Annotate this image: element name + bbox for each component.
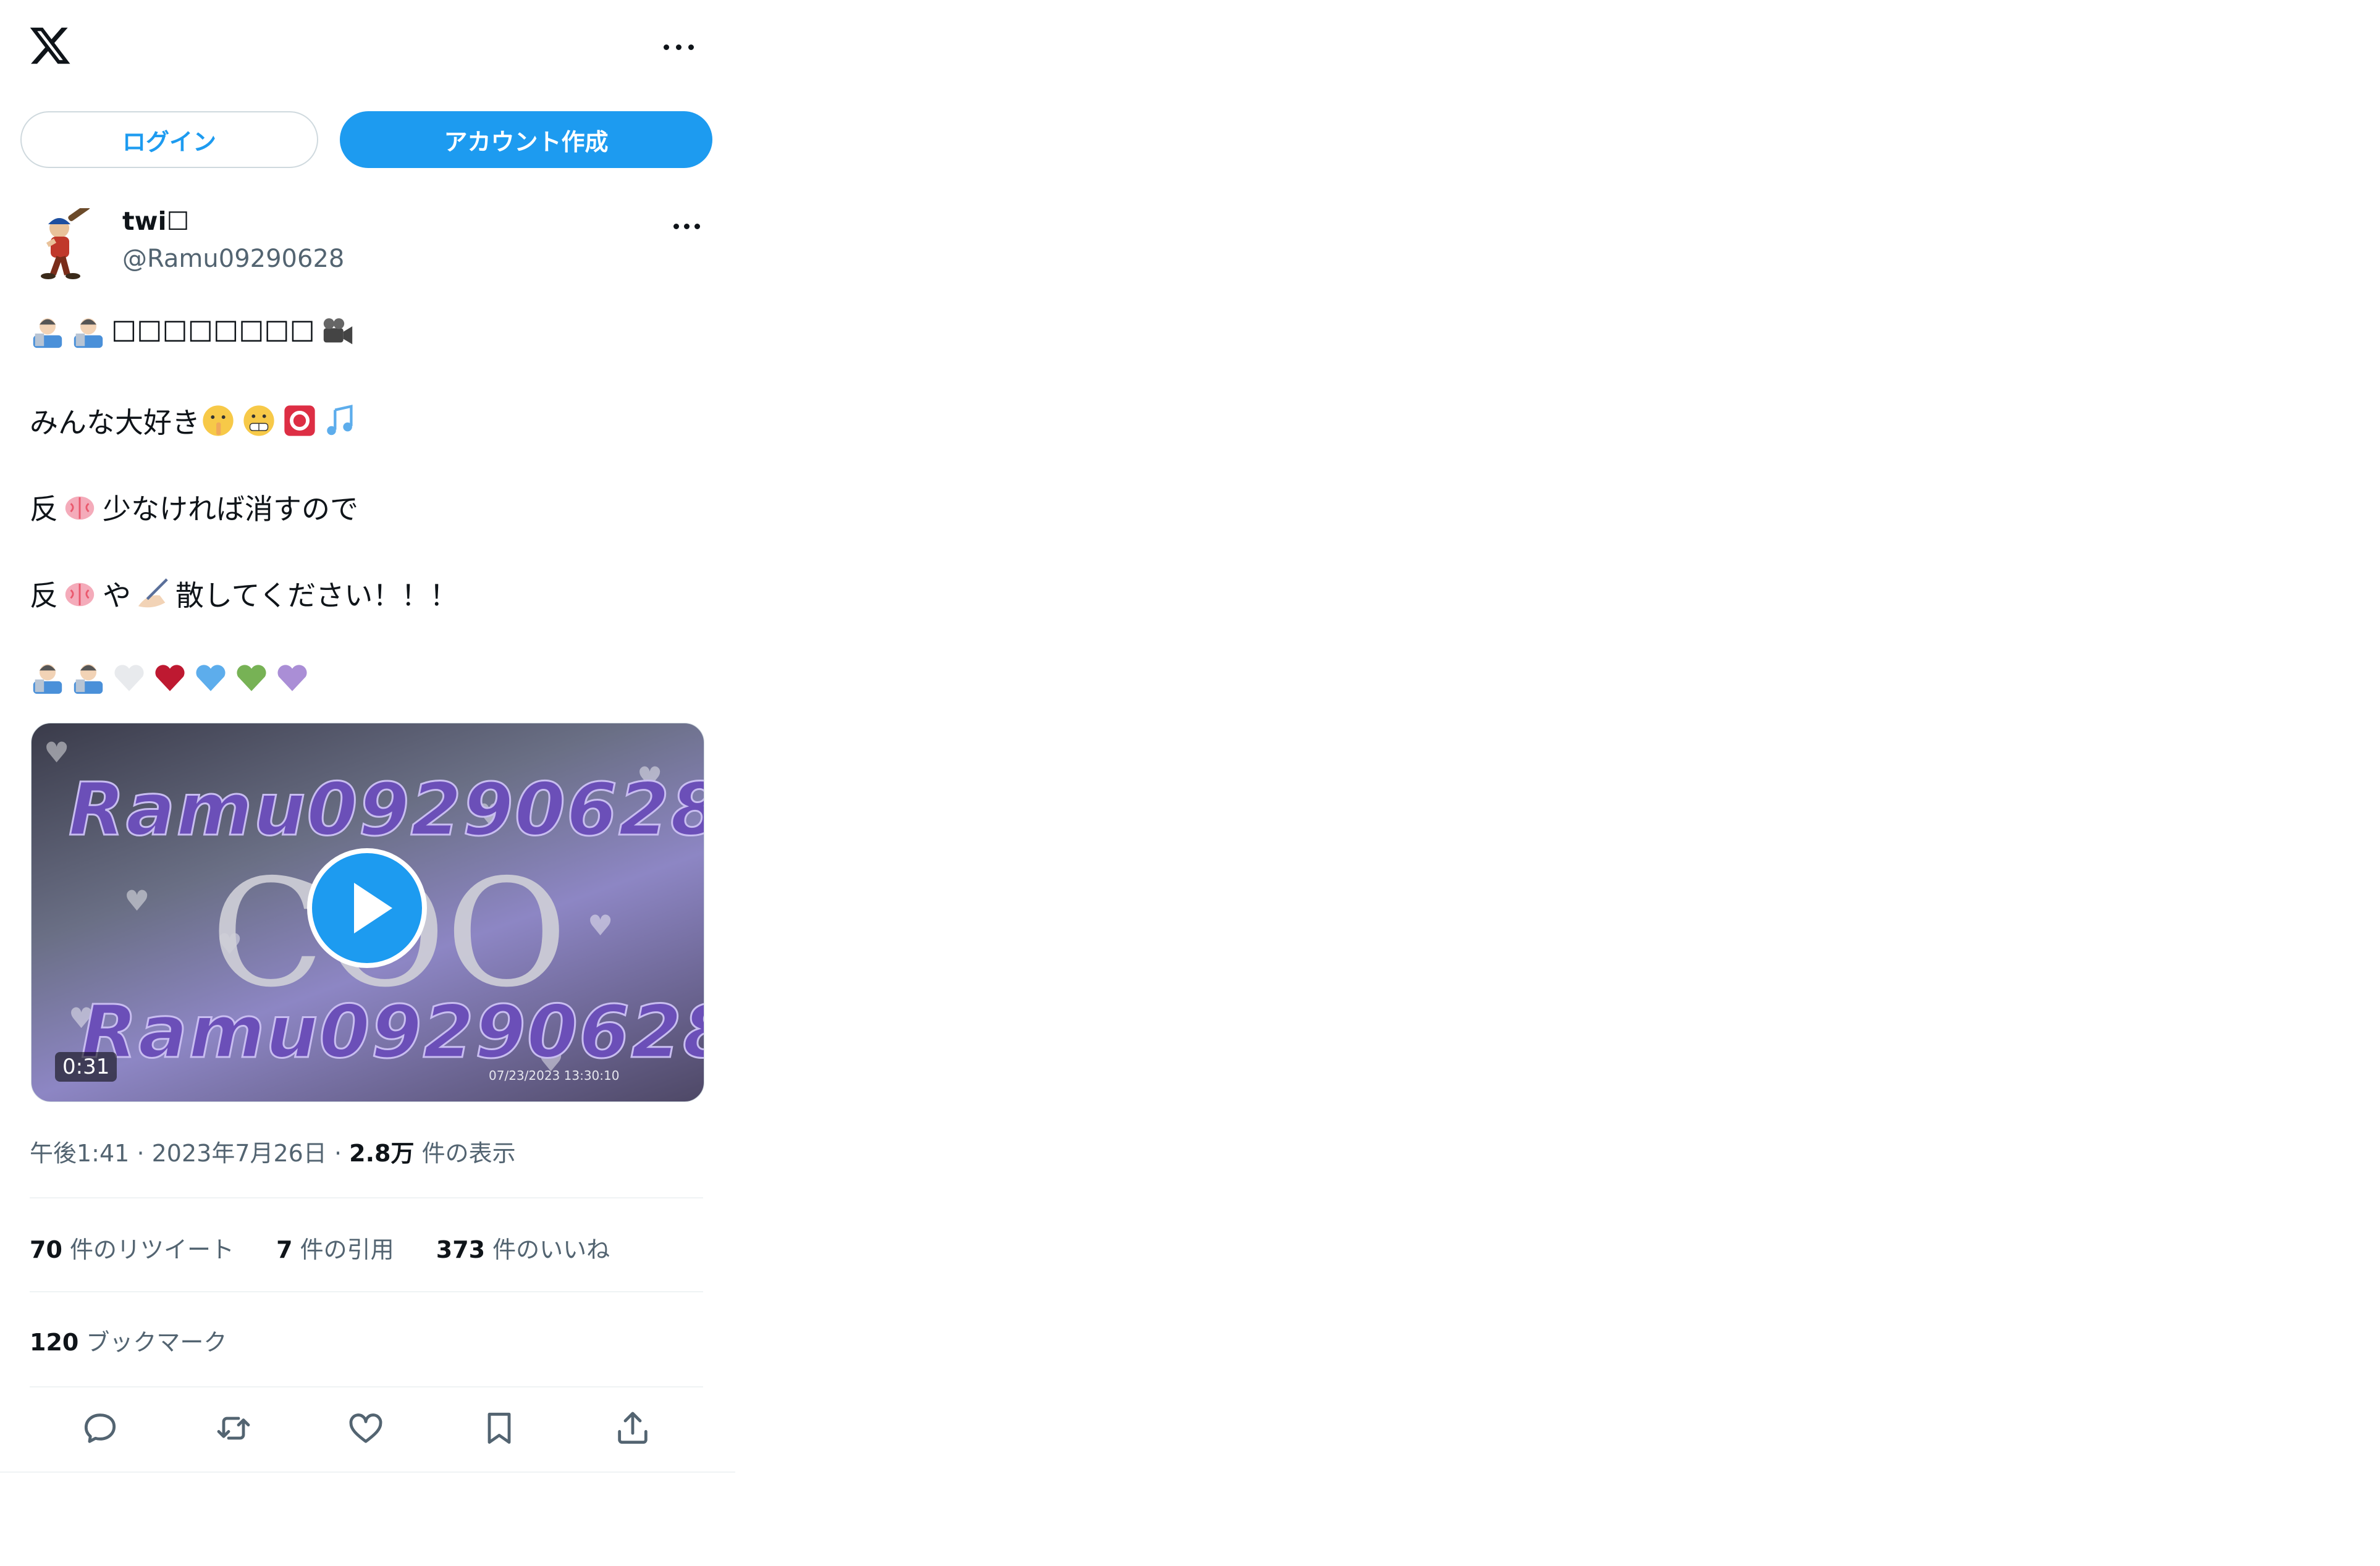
separator: · (137, 1140, 145, 1167)
video-timestamp: 07/23/2023 13:30:10 (489, 1068, 620, 1083)
divider (0, 1471, 735, 1473)
retweets-stat[interactable]: 70 件のリツイート (30, 1236, 234, 1263)
tweet-text: 少なければ消すので (103, 492, 358, 526)
likes-count: 373 (436, 1236, 486, 1263)
tweet-text: 反 (30, 579, 58, 612)
musical-notes-icon (327, 405, 353, 436)
views-label: 件の表示 (421, 1140, 516, 1167)
heart-sticker: ♥ (44, 736, 70, 769)
more-horizontal-icon[interactable] (664, 44, 696, 52)
tweet-line-4: 反 や 散してください！！！ (30, 573, 458, 614)
quotes-label: 件の引用 (300, 1236, 394, 1263)
retweets-label: 件のリツイート (69, 1236, 234, 1263)
man-technologist-icon (33, 318, 62, 348)
writing-hand-icon (138, 578, 168, 608)
shushing-face-icon (203, 405, 234, 436)
signup-button[interactable]: アカウント作成 (340, 111, 712, 168)
video-player[interactable]: ♥ ♥ ♥ ♥ ♥ ♥ ♥ ♥ Ramu09290628 COO Ramu092… (31, 723, 704, 1102)
divider (30, 1197, 703, 1198)
tweet-text: 散してください！！！ (175, 579, 458, 612)
tweet-page: ログイン アカウント作成 twi☐ @Ramu09290628 ☐☐☐☐☐☐☐☐… (0, 0, 735, 1473)
retweets-count: 70 (30, 1236, 62, 1263)
heart-sticker: ♥ (124, 884, 150, 917)
x-logo-icon[interactable] (28, 23, 72, 68)
video-watermark: Ramu09290628 (80, 988, 704, 1076)
tweet-line-2: みんな大好き (30, 400, 363, 441)
video-camera-icon (323, 318, 353, 345)
tweet-text: みんな大好き (30, 406, 200, 439)
blue-heart-icon (196, 665, 226, 691)
white-heart-icon (114, 665, 144, 691)
likes-stat[interactable]: 373 件のいいね (436, 1236, 610, 1263)
o-button-icon (284, 405, 315, 436)
author-handle[interactable]: @Ramu09290628 (122, 245, 344, 273)
man-technologist-icon (33, 664, 62, 694)
brain-icon (65, 583, 95, 607)
reply-icon[interactable] (80, 1408, 120, 1448)
tweet-more-icon[interactable] (673, 224, 702, 230)
quotes-stat[interactable]: 7 件の引用 (276, 1236, 394, 1263)
separator: · (334, 1140, 342, 1167)
tweet-date[interactable]: 2023年7月26日 (152, 1140, 327, 1167)
bookmark-icon[interactable] (479, 1408, 519, 1448)
heart-sticker: ♥ (588, 909, 614, 942)
author-display-name[interactable]: twi☐ (122, 206, 189, 236)
grimacing-face-icon (243, 405, 274, 436)
quotes-count: 7 (276, 1236, 293, 1263)
play-icon[interactable] (307, 848, 427, 968)
like-icon[interactable] (346, 1408, 386, 1448)
retweet-icon[interactable] (214, 1408, 253, 1448)
purple-heart-icon (277, 665, 307, 691)
tweet-line-5 (30, 660, 315, 696)
views-count: 2.8万 (349, 1140, 415, 1167)
divider (30, 1291, 703, 1292)
divider (30, 1386, 703, 1387)
bookmarks-stat: 120 ブックマーク (30, 1323, 227, 1357)
tweet-line-3: 反 少なければ消すので (30, 487, 358, 528)
tweet-text: 反 (30, 492, 58, 526)
likes-label: 件のいいね (492, 1236, 610, 1263)
video-duration: 0:31 (55, 1052, 117, 1082)
brain-icon (65, 496, 95, 520)
tweet-time[interactable]: 午後1:41 (30, 1140, 129, 1167)
man-technologist-icon (74, 318, 103, 348)
green-heart-icon (237, 665, 266, 691)
tweet-line-1: ☐☐☐☐☐☐☐☐ (30, 314, 361, 350)
tweet-text: や (103, 579, 131, 612)
red-heart-icon (155, 665, 185, 691)
video-watermark: Ramu09290628 (67, 766, 704, 853)
login-button[interactable]: ログイン (20, 111, 318, 168)
share-icon[interactable] (613, 1408, 652, 1448)
bookmarks-count: 120 (30, 1329, 79, 1356)
bookmarks-label: ブックマーク (86, 1329, 227, 1356)
man-technologist-icon (74, 664, 103, 694)
avatar[interactable] (30, 208, 96, 282)
tweet-meta: 午後1:41 · 2023年7月26日 · 2.8万 件の表示 (30, 1134, 516, 1168)
tweet-text: ☐☐☐☐☐☐☐☐ (111, 315, 315, 348)
engagement-stats: 70 件のリツイート 7 件の引用 373 件のいいね (30, 1231, 644, 1265)
